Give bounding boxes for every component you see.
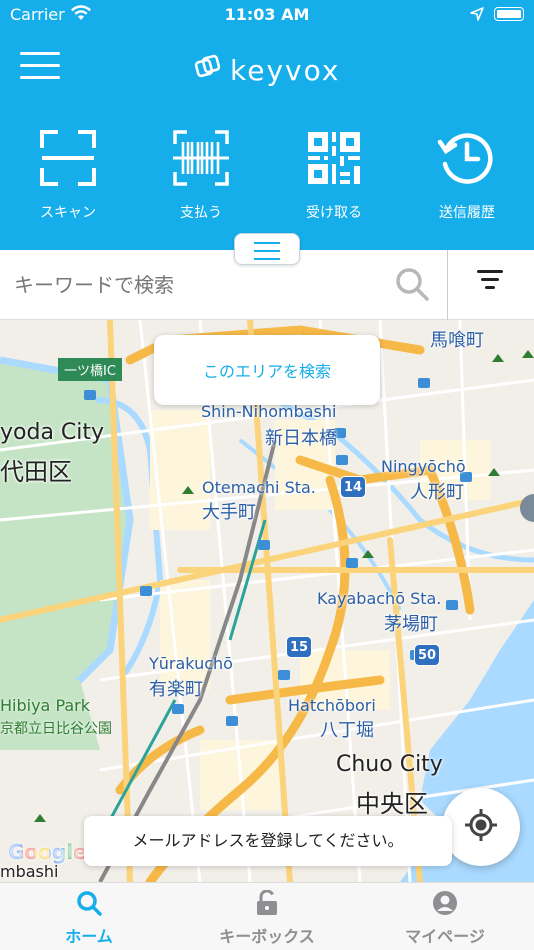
map-label-yurakucho-en: Yūrakuchō — [149, 654, 233, 673]
scan-button[interactable]: スキャン — [8, 128, 128, 222]
map-label-ningyocho-en: Ningyōchō — [381, 457, 466, 476]
search-input[interactable] — [14, 266, 394, 304]
map-label-kayabacho-en: Kayabachō Sta. — [317, 589, 442, 608]
history-label: 送信履歴 — [439, 205, 495, 221]
pay-label: 支払う — [180, 205, 222, 221]
location-arrow-icon — [470, 6, 484, 25]
app-header: Carrier 11:03 AM keyvox スキャン 支払う 受け取る 送信… — [0, 0, 534, 250]
map-label-bakuro-ja: 馬喰町 — [430, 330, 484, 351]
current-location-button[interactable] — [442, 788, 520, 866]
clock: 11:03 AM — [224, 5, 310, 24]
app-logo-text: keyvox — [230, 53, 341, 87]
map-label-ningyocho-ja: 人形町 — [410, 482, 464, 503]
map-label-hatchobori-ja: 八丁堀 — [320, 720, 374, 741]
app-logo: keyvox — [194, 52, 340, 88]
crosshair-icon — [464, 808, 498, 846]
google-logo: Google — [8, 840, 87, 864]
map-label-chiyoda-en: yoda City — [0, 420, 105, 445]
map-label-chuo-en: Chuo City — [336, 752, 443, 777]
receive-label: 受け取る — [306, 205, 362, 221]
pay-button[interactable]: 支払う — [141, 128, 261, 222]
map-label-chuo-ja: 中央区 — [356, 790, 428, 818]
drawer-handle[interactable] — [234, 233, 300, 265]
scan-label: スキャン — [40, 205, 96, 221]
map-label-kayabacho-ja: 茅場町 — [384, 614, 438, 635]
status-bar: Carrier 11:03 AM — [0, 0, 534, 30]
tab-mypage-label: マイページ — [405, 927, 485, 946]
history-button[interactable]: 送信履歴 — [407, 128, 527, 222]
map-label-shin-nihombashi-ja: 新日本橋 — [265, 428, 337, 449]
tab-mypage[interactable]: マイページ — [356, 889, 534, 947]
map-label-hitotsubashi-ic: 一ツ橋IC — [58, 358, 122, 381]
qr-code-icon — [304, 128, 364, 188]
tab-keybox[interactable]: キーボックス — [178, 889, 356, 947]
tab-keybox-label: キーボックス — [219, 927, 315, 946]
route-15-shield: 15 — [286, 636, 312, 658]
map-label-hibiya-en: Hibiya Park — [0, 696, 91, 715]
tab-home[interactable]: ホーム — [0, 889, 178, 947]
register-email-toast[interactable]: メールアドレスを登録してください。 — [84, 816, 452, 866]
map-label-otemachi-ja: 大手町 — [202, 502, 256, 523]
menu-button[interactable] — [20, 52, 60, 88]
map-label-chiyoda-ja: 代田区 — [0, 458, 72, 486]
search-divider — [447, 250, 448, 320]
battery-icon — [494, 7, 524, 21]
route-14-shield: 14 — [340, 476, 366, 498]
map-label-hibiya-ja: 京都立日比谷公園 — [0, 721, 112, 737]
search-this-area-button[interactable]: このエリアを検索 — [154, 335, 380, 405]
history-icon — [437, 128, 497, 188]
lock-icon — [178, 889, 356, 917]
search-icon[interactable] — [394, 266, 430, 306]
map-label-yurakucho-ja: 有楽町 — [149, 679, 203, 700]
barcode-icon — [171, 128, 231, 188]
tab-home-label: ホーム — [65, 927, 113, 946]
receive-button[interactable]: 受け取る — [274, 128, 394, 222]
map-label-hatchobori-en: Hatchōbori — [288, 696, 376, 715]
map-label-mbashi: mbashi — [0, 862, 59, 881]
search-icon — [0, 889, 178, 917]
user-icon — [356, 889, 534, 917]
filter-button[interactable] — [470, 270, 510, 300]
route-50-shield: 50 — [414, 644, 440, 666]
tab-bar: ホーム キーボックス マイページ — [0, 882, 534, 950]
scan-icon — [38, 128, 98, 188]
keyvox-logo-icon — [194, 53, 222, 87]
map-label-otemachi-en: Otemachi Sta. — [202, 478, 316, 497]
